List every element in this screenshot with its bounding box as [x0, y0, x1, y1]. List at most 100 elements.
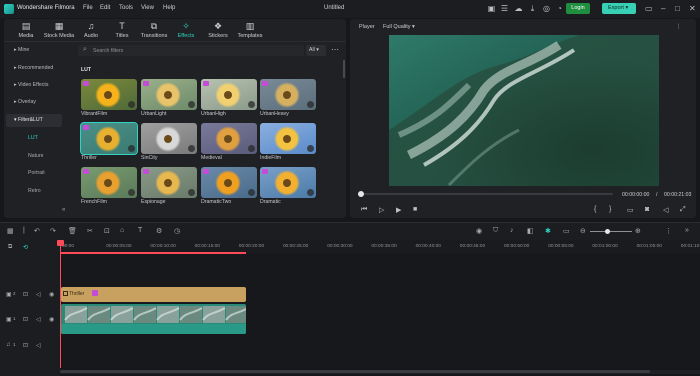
effect-clip-thriller[interactable]: Thriller	[61, 287, 246, 302]
restore-icon[interactable]: ▭	[645, 4, 653, 13]
lut-thumbnail[interactable]	[141, 123, 197, 154]
collapse-sidebar-icon[interactable]: «	[62, 207, 65, 213]
more-options-icon[interactable]: ⋯	[331, 45, 339, 54]
headphones-icon[interactable]: ◎	[542, 4, 551, 13]
sidebar-item-overlay[interactable]: ▸ Overlay	[6, 96, 62, 109]
timeline-settings-icon[interactable]: ⋮	[665, 227, 672, 235]
menu-help[interactable]: Help	[163, 5, 175, 11]
sidebar-subitem-lut[interactable]: LUT	[28, 135, 38, 141]
sidebar-item-filter-lut[interactable]: ▾ Filter&LUT	[6, 114, 62, 127]
crop-icon[interactable]: ⊡	[104, 227, 110, 235]
mark-out-icon[interactable]: }	[609, 206, 611, 213]
tab-stickers[interactable]: ❖ Stickers	[203, 21, 233, 39]
sidebar-subitem-portrait[interactable]: Portrait	[28, 170, 45, 176]
menu-file[interactable]: File	[83, 5, 93, 11]
filter-dropdown[interactable]: All ▾	[306, 45, 326, 56]
player-progress-knob[interactable]	[358, 191, 364, 197]
eye-icon[interactable]: ◉	[49, 291, 54, 298]
lut-thumbnail[interactable]	[81, 167, 137, 198]
lut-thumbnail[interactable]	[201, 79, 257, 110]
shield-icon[interactable]: ⛉	[493, 227, 498, 235]
tab-transitions[interactable]: ⧉ Transitions	[139, 21, 169, 39]
menu-tools[interactable]: Tools	[119, 5, 133, 11]
lut-thumbnail[interactable]	[260, 123, 316, 154]
text-icon[interactable]: T	[138, 227, 142, 234]
adjust-icon[interactable]: ⚙	[156, 227, 162, 235]
speed-icon[interactable]: ◷	[174, 227, 180, 235]
tab-media[interactable]: ▤ Media	[11, 21, 41, 39]
tab-titles[interactable]: T Titles	[107, 21, 137, 39]
display-icon[interactable]: ▭	[627, 206, 634, 214]
tab-effects[interactable]: ✧ Effects	[171, 21, 201, 39]
quality-dropdown[interactable]: Full Quality ▾	[383, 24, 415, 30]
lut-thumbnail[interactable]	[201, 167, 257, 198]
zoom-in-icon[interactable]: ⊕	[635, 227, 641, 235]
download-icon[interactable]: ⤓	[528, 4, 537, 13]
download-icon[interactable]	[307, 145, 314, 152]
player-progress-bar[interactable]	[360, 193, 613, 195]
lut-thumbnail[interactable]	[81, 79, 137, 110]
mute-icon[interactable]: ◁	[36, 291, 41, 298]
play-icon[interactable]: ▶	[396, 206, 401, 214]
sidebar-subitem-retro[interactable]: Retro	[28, 188, 41, 194]
lock-icon[interactable]: ⊡	[23, 342, 28, 349]
lut-thumbnail[interactable]	[201, 123, 257, 154]
link-icon[interactable]: ⟲	[23, 244, 28, 251]
mute-icon[interactable]: ◁	[36, 342, 41, 349]
mute-icon[interactable]: ◁	[36, 316, 41, 323]
download-icon[interactable]	[307, 189, 314, 196]
player-more-icon[interactable]: ⋮	[674, 23, 683, 32]
lut-thumbnail[interactable]	[141, 167, 197, 198]
download-icon[interactable]	[188, 101, 195, 108]
undo-icon[interactable]: ↶	[34, 227, 40, 235]
minimize-icon[interactable]: –	[661, 4, 665, 13]
download-icon[interactable]	[307, 101, 314, 108]
toolbar-icon-1[interactable]: ▣	[487, 4, 496, 13]
zoom-slider-knob[interactable]	[605, 229, 610, 234]
download-icon[interactable]	[248, 101, 255, 108]
tab-templates[interactable]: ▥ Templates	[235, 21, 265, 39]
eye-icon[interactable]: ◉	[49, 316, 54, 323]
ai-icon[interactable]: ✱	[545, 227, 551, 235]
volume-icon[interactable]: ◁	[663, 206, 668, 214]
lock-icon[interactable]: ⊡	[23, 316, 28, 323]
lut-thumbnail[interactable]	[80, 122, 138, 155]
export-button[interactable]: Export ▾	[602, 3, 636, 14]
cut-icon[interactable]: ✂	[87, 227, 93, 235]
tab-stock-media[interactable]: ▦ Stock Media	[43, 21, 75, 39]
caption-icon[interactable]: ▭	[563, 227, 570, 235]
tag-icon[interactable]: ⌂	[120, 227, 124, 234]
playhead[interactable]	[60, 244, 61, 368]
download-icon[interactable]	[248, 189, 255, 196]
mark-in-icon[interactable]: {	[594, 206, 596, 213]
close-icon[interactable]: ✕	[689, 4, 696, 13]
download-icon[interactable]	[188, 145, 195, 152]
menu-edit[interactable]: Edit	[100, 5, 110, 11]
lut-thumbnail[interactable]	[141, 79, 197, 110]
tab-audio[interactable]: ♫ Audio	[76, 21, 106, 39]
lock-icon[interactable]: ⊡	[23, 291, 28, 298]
previous-frame-icon[interactable]: ⏮	[361, 206, 367, 214]
download-icon[interactable]	[128, 189, 135, 196]
playhead-handle[interactable]	[57, 240, 64, 246]
download-icon[interactable]	[128, 101, 135, 108]
sidebar-subitem-nature[interactable]: Nature	[28, 153, 44, 159]
download-icon[interactable]	[128, 145, 135, 152]
download-icon[interactable]	[248, 145, 255, 152]
lut-thumbnail[interactable]	[260, 167, 316, 198]
sidebar-item-mine[interactable]: ▸ Mine	[6, 44, 62, 57]
menu-view[interactable]: View	[141, 5, 154, 11]
layout-grid-icon[interactable]: ▦	[7, 227, 14, 235]
zoom-out-icon[interactable]: ⊖	[580, 227, 586, 235]
video-clip[interactable]	[61, 304, 246, 334]
timeline-scrollbar-thumb[interactable]	[60, 370, 650, 373]
panel-scrollbar[interactable]	[343, 60, 345, 78]
microphone-icon[interactable]: ♪	[510, 227, 514, 234]
search-input[interactable]: ⌕ Search filters	[78, 45, 304, 56]
sidebar-item-video-effects[interactable]: ▸ Video Effects	[6, 79, 62, 92]
bell-icon[interactable]: ◔	[555, 4, 564, 13]
voice-icon[interactable]: ◧	[527, 227, 534, 235]
fullscreen-icon[interactable]: ⤢	[680, 206, 686, 214]
toolbar-icon-2[interactable]: ☰	[500, 4, 509, 13]
timeline-more-icon[interactable]: »	[685, 227, 689, 234]
